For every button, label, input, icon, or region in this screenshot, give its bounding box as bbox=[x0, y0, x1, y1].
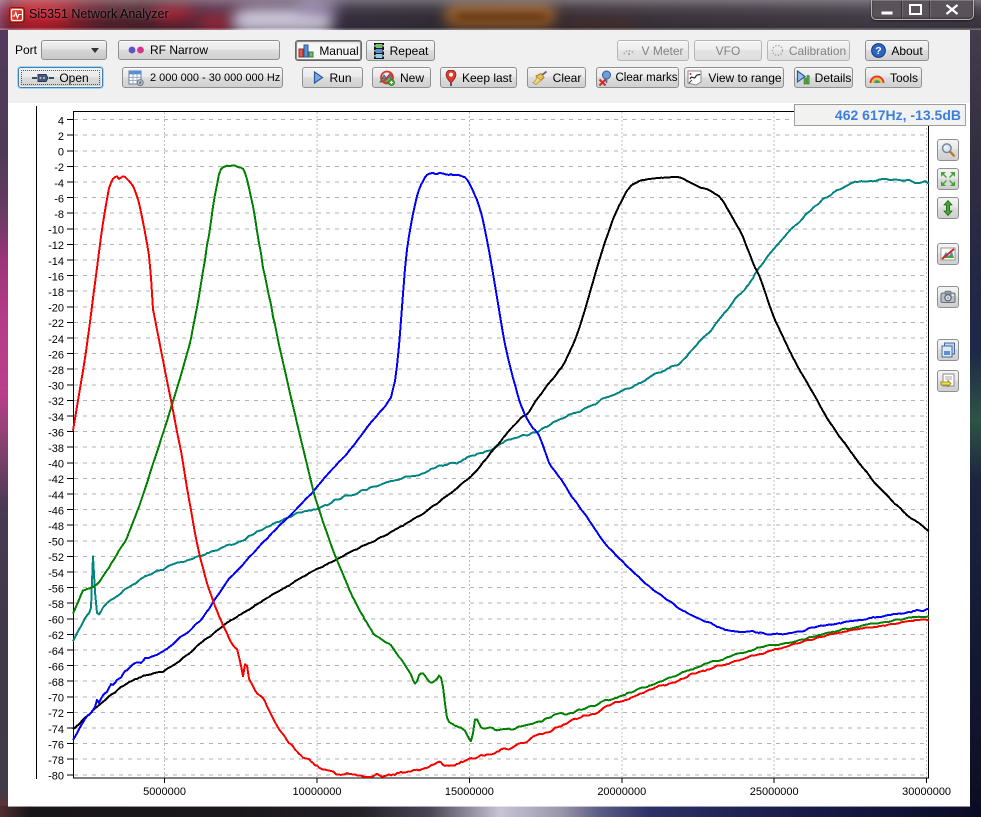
svg-text:-2: -2 bbox=[54, 162, 64, 174]
svg-text:-74: -74 bbox=[48, 724, 64, 736]
svg-text:-6: -6 bbox=[54, 193, 64, 205]
svg-text:-76: -76 bbox=[48, 739, 64, 751]
svg-text:5000000: 5000000 bbox=[143, 786, 186, 798]
svg-text:-62: -62 bbox=[48, 630, 64, 642]
svg-text:-56: -56 bbox=[48, 583, 64, 595]
svg-text:-70: -70 bbox=[48, 693, 64, 705]
svg-text:?: ? bbox=[876, 45, 882, 57]
svg-text:-4: -4 bbox=[54, 178, 64, 190]
svg-text:-34: -34 bbox=[48, 412, 64, 424]
svg-text:-32: -32 bbox=[48, 396, 64, 408]
svg-text:-36: -36 bbox=[48, 427, 64, 439]
svg-text:-54: -54 bbox=[48, 568, 64, 580]
svg-text:-72: -72 bbox=[48, 708, 64, 720]
svg-text:-48: -48 bbox=[48, 521, 64, 533]
svg-text:4: 4 bbox=[58, 115, 64, 127]
svg-text:-8: -8 bbox=[54, 209, 64, 221]
svg-text:-26: -26 bbox=[48, 349, 64, 361]
svg-text:-28: -28 bbox=[48, 365, 64, 377]
svg-text:-14: -14 bbox=[48, 256, 64, 268]
svg-text:-46: -46 bbox=[48, 505, 64, 517]
svg-text:-16: -16 bbox=[48, 271, 64, 283]
svg-text:-20: -20 bbox=[48, 303, 64, 315]
svg-text:-42: -42 bbox=[48, 474, 64, 486]
svg-text:-66: -66 bbox=[48, 661, 64, 673]
svg-text:-38: -38 bbox=[48, 443, 64, 455]
svg-text:15000000: 15000000 bbox=[445, 786, 494, 798]
svg-text:10000000: 10000000 bbox=[293, 786, 342, 798]
svg-text:0: 0 bbox=[58, 147, 64, 159]
svg-text:-30: -30 bbox=[48, 381, 64, 393]
svg-text:-12: -12 bbox=[48, 240, 64, 252]
svg-text:-52: -52 bbox=[48, 552, 64, 564]
svg-text:-60: -60 bbox=[48, 615, 64, 627]
svg-text:-68: -68 bbox=[48, 677, 64, 689]
svg-text:-18: -18 bbox=[48, 287, 64, 299]
svg-text:-50: -50 bbox=[48, 537, 64, 549]
svg-text:-80: -80 bbox=[48, 771, 64, 783]
svg-text:-64: -64 bbox=[48, 646, 64, 658]
svg-text:20000000: 20000000 bbox=[597, 786, 646, 798]
svg-text:-40: -40 bbox=[48, 459, 64, 471]
svg-text:-10: -10 bbox=[48, 225, 64, 237]
svg-text:-24: -24 bbox=[48, 334, 64, 346]
svg-text:-78: -78 bbox=[48, 755, 64, 767]
svg-text:30000000: 30000000 bbox=[902, 786, 951, 798]
svg-text:25000000: 25000000 bbox=[750, 786, 799, 798]
svg-text:-44: -44 bbox=[48, 490, 64, 502]
svg-text:2: 2 bbox=[58, 131, 64, 143]
svg-text:-58: -58 bbox=[48, 599, 64, 611]
svg-text:-22: -22 bbox=[48, 318, 64, 330]
